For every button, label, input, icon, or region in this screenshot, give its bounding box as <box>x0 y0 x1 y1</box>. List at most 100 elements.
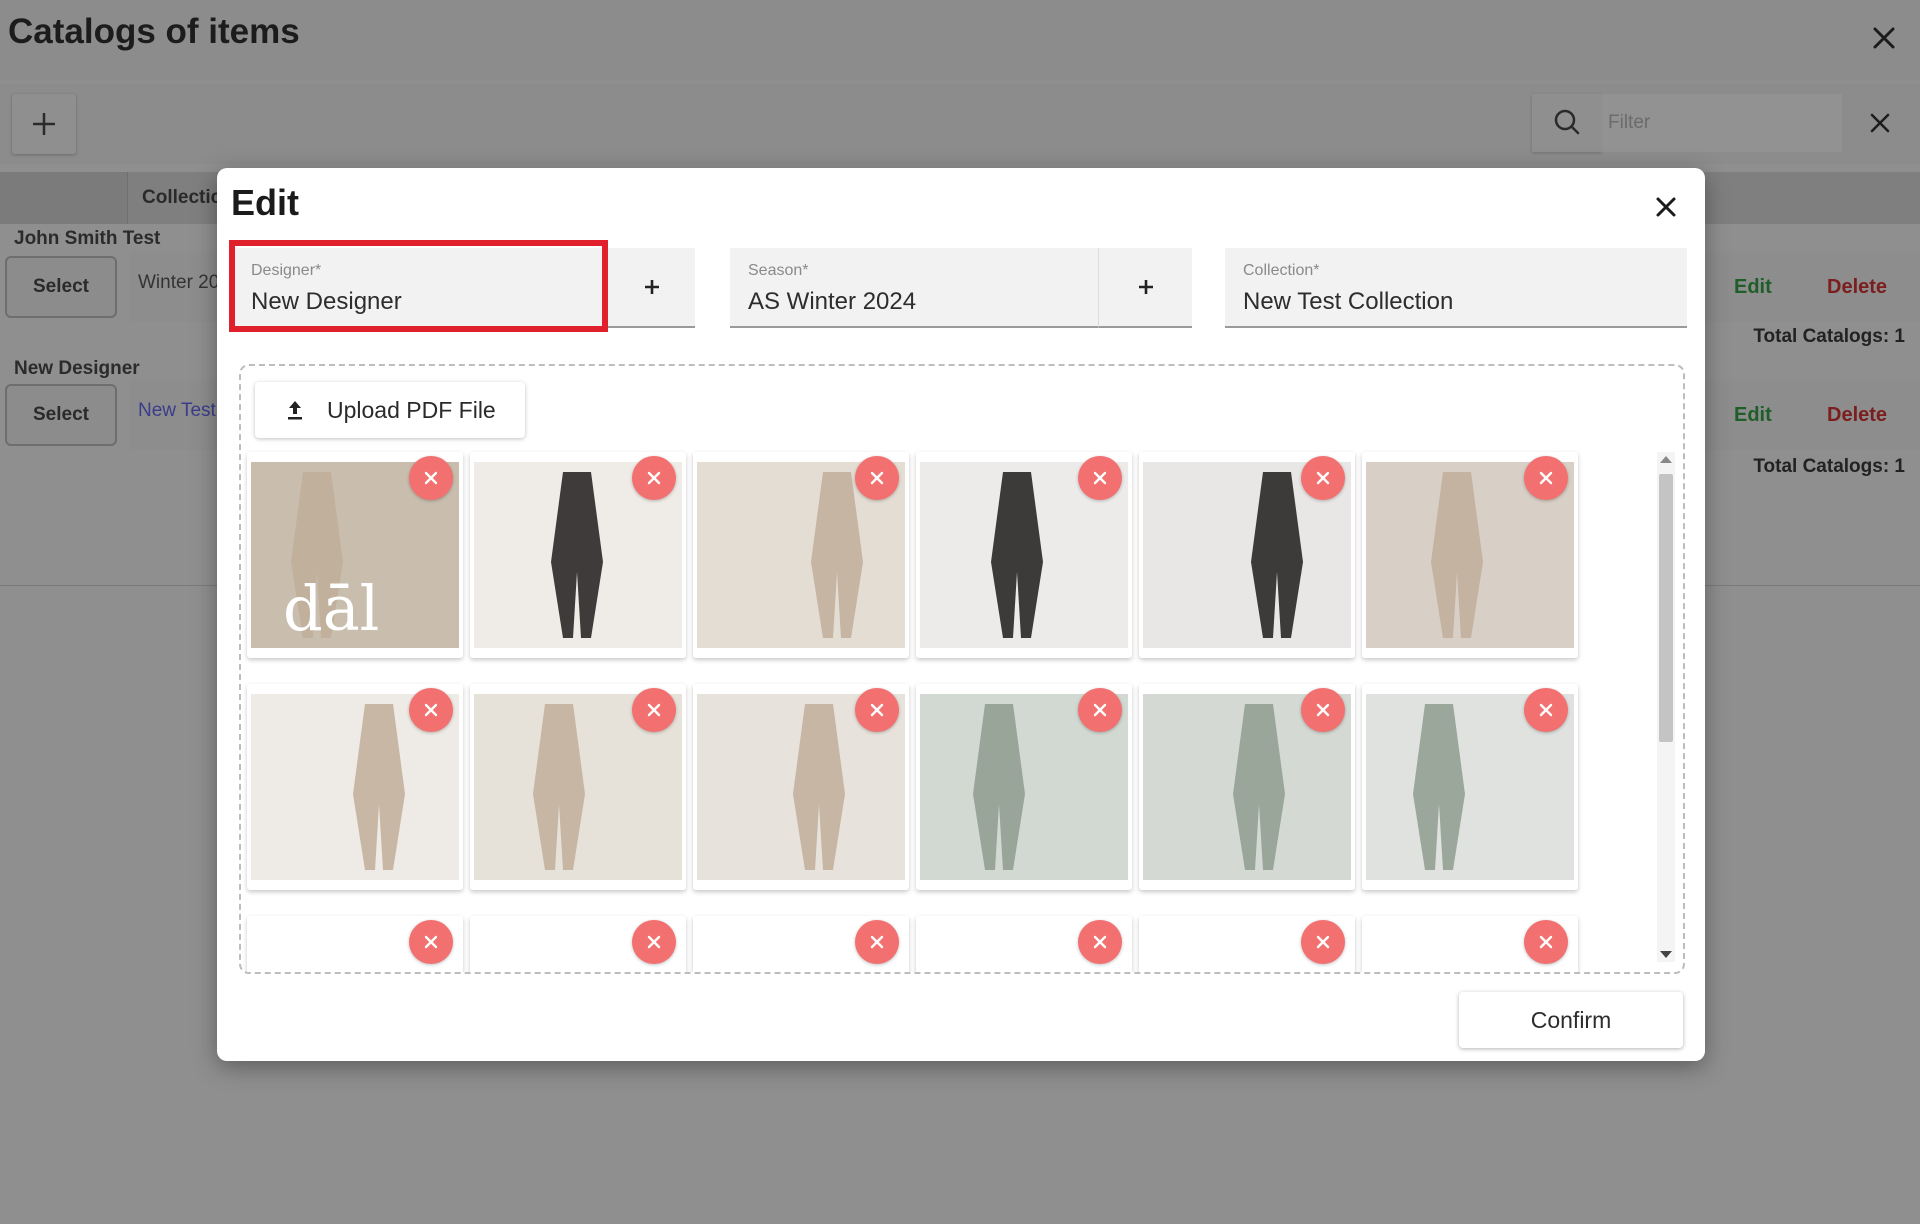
total-catalogs: Total Catalogs: 1 <box>1753 456 1905 477</box>
remove-icon <box>870 935 884 949</box>
group-name: John Smith Test <box>14 228 161 249</box>
remove-page-button[interactable] <box>1078 456 1122 500</box>
remove-icon <box>870 471 884 485</box>
page-header: Catalogs of items <box>0 0 1920 80</box>
thumbnail-scrollbar[interactable] <box>1657 452 1675 962</box>
remove-icon <box>1093 703 1107 717</box>
plus-icon <box>33 113 55 135</box>
pdf-drop-zone[interactable]: Upload PDF File dāl <box>239 364 1685 974</box>
remove-page-button[interactable] <box>632 688 676 732</box>
catalog-page-9[interactable] <box>693 684 909 890</box>
total-catalogs: Total Catalogs: 1 <box>1753 326 1905 347</box>
remove-page-button[interactable] <box>855 920 899 964</box>
remove-page-button[interactable] <box>632 456 676 500</box>
catalog-page-6[interactable] <box>1362 452 1578 658</box>
edit-dialog: Edit Designer* New Designer Season* AS W… <box>217 168 1705 1061</box>
plus-icon <box>644 280 659 294</box>
clear-filter-button[interactable] <box>1856 100 1904 146</box>
close-icon <box>1870 113 1890 133</box>
catalog-caption: dāl <box>283 572 379 645</box>
select-button[interactable]: Select <box>5 256 117 318</box>
remove-icon <box>1539 935 1553 949</box>
select-button[interactable]: Select <box>5 384 117 446</box>
catalog-page-4[interactable] <box>916 452 1132 658</box>
remove-icon <box>1539 703 1553 717</box>
page-close-icon[interactable] <box>1866 20 1902 56</box>
remove-page-button[interactable] <box>1524 456 1568 500</box>
remove-page-button[interactable] <box>409 688 453 732</box>
collection-value: New Test Collection <box>1243 288 1454 315</box>
filter-input[interactable] <box>1602 94 1842 152</box>
collection-column-header: Collectic <box>142 187 222 208</box>
catalog-page-15[interactable] <box>693 916 909 972</box>
page-title: Catalogs of items <box>8 12 300 51</box>
edit-link[interactable]: Edit <box>1734 276 1772 299</box>
search-icon <box>1554 109 1580 135</box>
collection-field[interactable]: Collection* New Test Collection <box>1225 248 1687 328</box>
remove-page-button[interactable] <box>1524 688 1568 732</box>
season-field[interactable]: Season* AS Winter 2024 <box>730 248 1098 328</box>
catalog-page-13[interactable] <box>247 916 463 972</box>
catalog-page-2[interactable] <box>470 452 686 658</box>
delete-link[interactable]: Delete <box>1827 404 1887 427</box>
search-button[interactable] <box>1532 94 1602 152</box>
catalog-page-3[interactable] <box>693 452 909 658</box>
scrollbar-thumb[interactable] <box>1659 474 1673 742</box>
remove-page-button[interactable] <box>409 456 453 500</box>
remove-page-button[interactable] <box>409 920 453 964</box>
remove-page-button[interactable] <box>1524 920 1568 964</box>
table-header-blank <box>0 172 128 224</box>
catalog-page-5[interactable] <box>1139 452 1355 658</box>
remove-icon <box>1316 703 1330 717</box>
dialog-title: Edit <box>231 182 299 223</box>
catalog-page-14[interactable] <box>470 916 686 972</box>
remove-icon <box>1316 935 1330 949</box>
edit-link[interactable]: Edit <box>1734 404 1772 427</box>
remove-icon <box>1093 471 1107 485</box>
group-name: New Designer <box>14 358 140 379</box>
remove-icon <box>1539 471 1553 485</box>
season-value: AS Winter 2024 <box>748 288 917 315</box>
season-label: Season* <box>748 262 809 279</box>
remove-page-button[interactable] <box>1078 688 1122 732</box>
remove-icon <box>1093 935 1107 949</box>
delete-link[interactable]: Delete <box>1827 276 1887 299</box>
remove-icon <box>1316 471 1330 485</box>
catalog-page-18[interactable] <box>1362 916 1578 972</box>
remove-icon <box>647 703 661 717</box>
add-catalog-button[interactable] <box>12 94 76 154</box>
add-season-button[interactable] <box>1098 248 1192 328</box>
remove-icon <box>647 935 661 949</box>
catalog-page-16[interactable] <box>916 916 1132 972</box>
dialog-close-button[interactable] <box>1649 190 1683 224</box>
remove-page-button[interactable] <box>632 920 676 964</box>
remove-icon <box>870 703 884 717</box>
collection-label: Collection* <box>1243 262 1320 279</box>
remove-page-button[interactable] <box>855 688 899 732</box>
toolbar <box>0 84 1920 164</box>
catalog-page-17[interactable] <box>1139 916 1355 972</box>
add-designer-button[interactable] <box>607 248 695 328</box>
remove-page-button[interactable] <box>1301 456 1345 500</box>
remove-page-button[interactable] <box>1078 920 1122 964</box>
remove-icon <box>424 703 438 717</box>
upload-label: Upload PDF File <box>327 396 496 423</box>
catalog-page-8[interactable] <box>470 684 686 890</box>
designer-highlight <box>229 240 608 332</box>
remove-page-button[interactable] <box>855 456 899 500</box>
upload-pdf-button[interactable]: Upload PDF File <box>255 382 525 438</box>
plus-icon <box>1138 280 1153 294</box>
catalog-page-7[interactable] <box>247 684 463 890</box>
catalog-page-11[interactable] <box>1139 684 1355 890</box>
upload-icon <box>288 401 302 420</box>
remove-icon <box>424 471 438 485</box>
catalog-page-10[interactable] <box>916 684 1132 890</box>
remove-page-button[interactable] <box>1301 920 1345 964</box>
catalog-page-1[interactable]: dāl <box>247 452 463 658</box>
scroll-up-icon[interactable] <box>1660 456 1672 463</box>
confirm-button[interactable]: Confirm <box>1459 992 1683 1048</box>
scroll-down-icon[interactable] <box>1660 951 1672 958</box>
remove-page-button[interactable] <box>1301 688 1345 732</box>
catalog-page-12[interactable] <box>1362 684 1578 890</box>
remove-icon <box>424 935 438 949</box>
